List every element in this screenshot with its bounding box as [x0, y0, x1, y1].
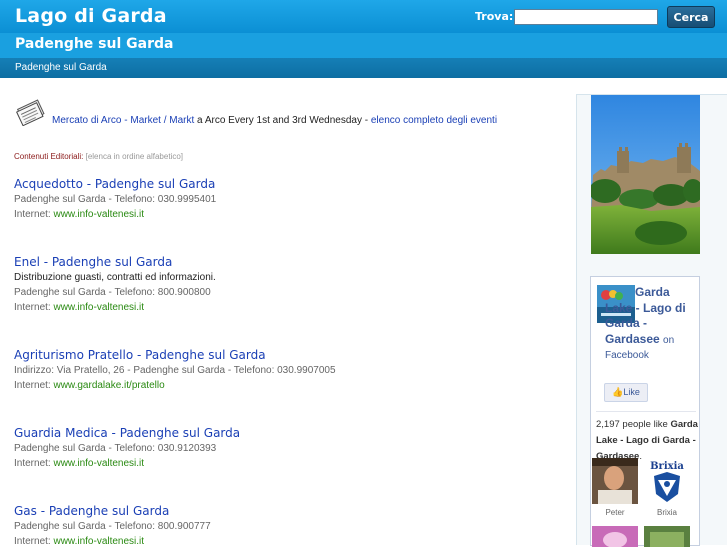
entry-internet: Internet: www.info-valtenesi.it: [14, 209, 554, 221]
entry-description: Distribuzione guasti, contratti ed infor…: [14, 272, 216, 283]
breadcrumb-bar: Padenghe sul Garda: [0, 58, 727, 78]
entry-title[interactable]: Enel - Padenghe sul Garda: [14, 255, 554, 269]
event-news: Mercato di Arco - Market / Markt a Arco …: [52, 115, 497, 126]
fan-avatar[interactable]: [592, 458, 638, 504]
divider: [596, 411, 696, 412]
entry-url[interactable]: www.gardalake.it/pratello: [53, 380, 164, 391]
entry-title[interactable]: Guardia Medica - Padenghe sul Garda: [14, 426, 554, 440]
internet-label: Internet:: [14, 536, 54, 547]
page-name[interactable]: Garda Lake - Lago di Garda - Gardasee on…: [605, 285, 699, 364]
entry-internet: Internet: www.info-valtenesi.it: [14, 458, 554, 470]
fan-avatar[interactable]: Brixia: [644, 458, 690, 504]
fan-name[interactable]: Brixia: [644, 508, 690, 517]
list-item: Acquedotto - Padenghe sul Garda Padenghe…: [14, 177, 554, 221]
fan-avatar[interactable]: [644, 526, 690, 547]
like-count-text: 2,197 people like: [596, 419, 668, 430]
brixia-logo-text: Brixia: [650, 461, 684, 472]
page-title: Padenghe sul Garda: [15, 36, 174, 52]
facebook-link[interactable]: Facebook: [605, 348, 699, 364]
like-button[interactable]: 👍Like: [604, 383, 648, 402]
fan-name[interactable]: Peter: [592, 508, 638, 517]
fan-item[interactable]: Peter: [592, 458, 638, 517]
thumbs-up-icon: 👍: [612, 387, 624, 397]
entry-url[interactable]: www.info-valtenesi.it: [53, 302, 144, 313]
entry-contact: Padenghe sul Garda - Telefono: 030.91203…: [14, 443, 217, 454]
entry-title[interactable]: Acquedotto - Padenghe sul Garda: [14, 177, 554, 191]
entry-title[interactable]: Agriturismo Pratello - Padenghe sul Gard…: [14, 348, 554, 362]
list-item: Agriturismo Pratello - Padenghe sul Gard…: [14, 348, 554, 392]
subheader-bar: Padenghe sul Garda: [0, 33, 727, 58]
castle-photo[interactable]: [591, 95, 700, 254]
event-news-row: Mercato di Arco - Market / Markt a Arco …: [15, 98, 565, 130]
event-link[interactable]: Mercato di Arco - Market / Markt: [52, 115, 194, 126]
editorial-header: Contenuti Editoriali: [elenca in ordine …: [14, 152, 183, 161]
entry-url[interactable]: www.info-valtenesi.it: [53, 458, 144, 469]
entry-url[interactable]: www.info-valtenesi.it: [53, 209, 144, 220]
sidebar: Garda Lake - Lago di Garda - Gardasee on…: [576, 94, 727, 547]
list-item: Enel - Padenghe sul Garda Distribuzione …: [14, 255, 554, 314]
entry-internet: Internet: www.info-valtenesi.it: [14, 302, 554, 314]
search-input[interactable]: [514, 9, 658, 25]
on-label: on: [663, 334, 675, 346]
all-events-link[interactable]: elenco completo degli eventi: [371, 115, 497, 126]
internet-label: Internet:: [14, 458, 54, 469]
breadcrumb[interactable]: Padenghe sul Garda: [15, 62, 107, 73]
list-item: Guardia Medica - Padenghe sul Garda Pade…: [14, 426, 554, 470]
entry-contact: Padenghe sul Garda - Telefono: 800.90080…: [14, 287, 211, 298]
search-label: Trova:: [475, 10, 514, 23]
like-count-suffix: .: [639, 451, 642, 462]
editorial-label: Contenuti Editoriali:: [14, 152, 84, 161]
list-item: Gas - Padenghe sul Garda Padenghe sul Ga…: [14, 504, 554, 548]
entry-contact: Padenghe sul Garda - Telefono: 800.90077…: [14, 521, 211, 532]
facebook-widget: Garda Lake - Lago di Garda - Gardasee on…: [590, 276, 700, 547]
internet-label: Internet:: [14, 380, 54, 391]
entry-contact: Indirizzo: Via Pratello, 26 - Padenghe s…: [14, 365, 336, 376]
entry-contact: Padenghe sul Garda - Telefono: 030.99954…: [14, 194, 217, 205]
fan-item[interactable]: Brixia Brixia: [644, 458, 690, 517]
internet-label: Internet:: [14, 209, 54, 220]
entry-internet: Internet: www.info-valtenesi.it: [14, 536, 554, 548]
event-description: a Arco Every 1st and 3rd Wednesday -: [194, 115, 371, 126]
entry-title[interactable]: Gas - Padenghe sul Garda: [14, 504, 554, 518]
newspaper-icon: [16, 99, 45, 126]
fan-avatar[interactable]: [592, 526, 638, 547]
alphabetical-link[interactable]: [elenca in ordine alfabetico]: [83, 152, 183, 161]
entry-url[interactable]: www.info-valtenesi.it: [53, 536, 144, 547]
entry-internet: Internet: www.gardalake.it/pratello: [14, 380, 554, 392]
header-bar: Lago di Garda Trova: Cerca: [0, 0, 727, 33]
search-button[interactable]: Cerca: [667, 6, 715, 28]
internet-label: Internet:: [14, 302, 54, 313]
like-label: Like: [623, 387, 640, 397]
site-title[interactable]: Lago di Garda: [15, 5, 167, 27]
